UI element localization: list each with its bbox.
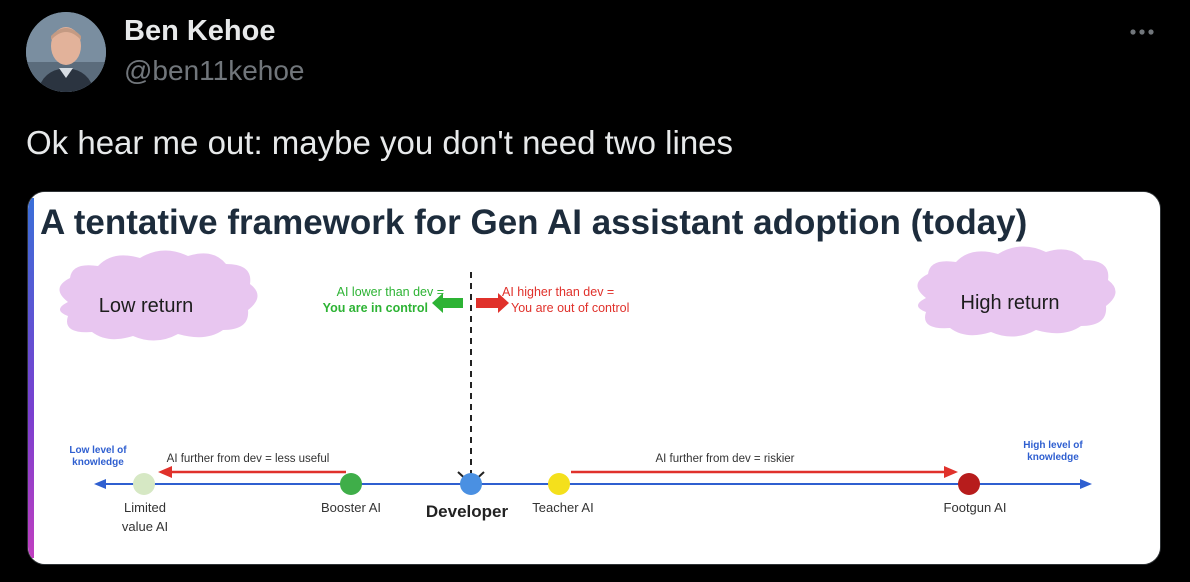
point-booster-ai — [340, 473, 362, 495]
label-limited-line1: Limited — [124, 500, 166, 515]
ai-higher-line1: AI higher than dev = — [502, 285, 614, 299]
framework-slide: A tentative framework for Gen AI assista… — [28, 192, 1160, 564]
high-return-label: High return — [961, 292, 1060, 314]
ai-lower-line1: AI lower than dev = — [337, 285, 444, 299]
label-limited-line2: value AI — [122, 519, 168, 534]
more-options-button[interactable] — [1124, 20, 1160, 44]
slide-left-accent — [28, 198, 34, 558]
point-teacher-ai — [548, 473, 570, 495]
low-return-label: Low return — [99, 295, 194, 317]
label-footgun: Footgun AI — [944, 500, 1007, 515]
less-useful-label: AI further from dev = less useful — [167, 453, 330, 465]
riskier-label: AI further from dev = riskier — [656, 453, 795, 465]
low-knowledge-line1: Low level of — [69, 445, 127, 456]
ai-lower-line2: You are in control — [323, 301, 428, 315]
label-booster: Booster AI — [321, 500, 381, 515]
author-name[interactable]: Ben Kehoe — [124, 15, 275, 48]
slide-title: A tentative framework for Gen AI assista… — [40, 203, 1027, 242]
point-limited-value-ai — [133, 473, 155, 495]
high-knowledge-line1: High level of — [1023, 440, 1083, 451]
low-knowledge-line2: knowledge — [72, 457, 124, 468]
author-handle[interactable]: @ben11kehoe — [124, 55, 305, 87]
author-avatar[interactable] — [26, 12, 106, 92]
tweet-text: Ok hear me out: maybe you don't need two… — [26, 124, 734, 161]
avatar-photo — [26, 12, 106, 92]
label-developer: Developer — [426, 502, 509, 521]
point-footgun-ai — [958, 473, 980, 495]
high-knowledge-line2: knowledge — [1027, 452, 1079, 463]
point-developer — [460, 473, 482, 495]
tweet-media-image[interactable]: A tentative framework for Gen AI assista… — [27, 191, 1161, 565]
ellipsis-icon — [1130, 29, 1154, 35]
ai-higher-line2: You are out of control — [511, 301, 629, 315]
label-teacher: Teacher AI — [532, 500, 593, 515]
